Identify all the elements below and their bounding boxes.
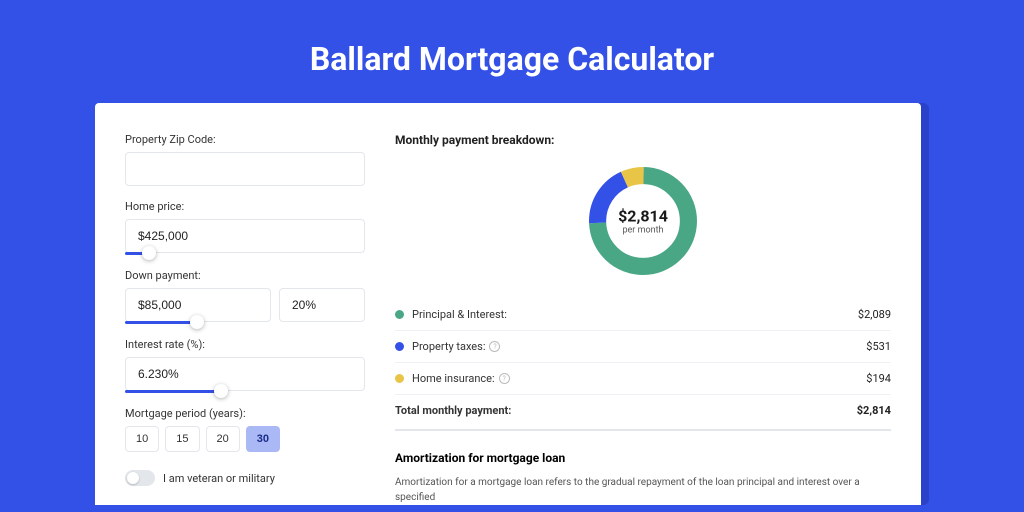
home-price-slider[interactable] — [125, 252, 149, 255]
breakdown-row-insurance: Home insurance: ? $194 — [395, 363, 891, 395]
donut-amount: $2,814 — [618, 207, 668, 226]
breakdown-amount: $194 — [866, 372, 891, 385]
breakdown-label: Property taxes: — [412, 340, 485, 353]
interest-rate-label: Interest rate (%): — [125, 338, 365, 351]
home-price-input[interactable] — [125, 219, 365, 253]
period-option-20[interactable]: 20 — [206, 426, 240, 452]
zip-label: Property Zip Code: — [125, 133, 365, 146]
dot-icon — [395, 374, 404, 383]
slider-thumb-icon[interactable] — [214, 384, 228, 398]
form-panel: Property Zip Code: Home price: Down paym… — [125, 133, 365, 505]
breakdown-row-taxes: Property taxes: ? $531 — [395, 331, 891, 363]
period-option-10[interactable]: 10 — [125, 426, 159, 452]
breakdown-row-principal: Principal & Interest: $2,089 — [395, 299, 891, 331]
card-shadow: Property Zip Code: Home price: Down paym… — [95, 103, 929, 505]
slider-thumb-icon[interactable] — [142, 246, 156, 260]
donut-sub: per month — [618, 226, 668, 236]
dot-icon — [395, 342, 404, 351]
veteran-label: I am veteran or military — [163, 472, 275, 485]
period-options: 10 15 20 30 — [125, 426, 365, 452]
down-payment-percent-input[interactable] — [279, 288, 365, 322]
breakdown-panel: Monthly payment breakdown: $2,814 per mo… — [395, 133, 891, 505]
calculator-card: Property Zip Code: Home price: Down paym… — [95, 103, 921, 505]
amortization-title: Amortization for mortgage loan — [395, 451, 891, 465]
donut-wrap: $2,814 per month — [395, 161, 891, 281]
veteran-toggle[interactable] — [125, 470, 155, 486]
interest-rate-slider[interactable] — [125, 390, 221, 393]
hero: Ballard Mortgage Calculator — [0, 0, 1024, 103]
amortization-text: Amortization for a mortgage loan refers … — [395, 475, 891, 505]
zip-input[interactable] — [125, 152, 365, 186]
down-payment-label: Down payment: — [125, 269, 365, 282]
breakdown-row-total: Total monthly payment: $2,814 — [395, 395, 891, 431]
home-price-label: Home price: — [125, 200, 365, 213]
info-icon[interactable]: ? — [489, 341, 500, 352]
breakdown-amount: $531 — [866, 340, 891, 353]
breakdown-title: Monthly payment breakdown: — [395, 133, 891, 147]
total-amount: $2,814 — [857, 404, 891, 417]
veteran-row: I am veteran or military — [125, 470, 365, 486]
down-payment-field: Down payment: — [125, 269, 365, 324]
breakdown-label: Home insurance: — [412, 372, 495, 385]
donut-chart: $2,814 per month — [583, 161, 703, 281]
breakdown-amount: $2,089 — [858, 308, 891, 321]
info-icon[interactable]: ? — [499, 373, 510, 384]
interest-rate-field: Interest rate (%): — [125, 338, 365, 393]
page-title: Ballard Mortgage Calculator — [0, 40, 1024, 78]
toggle-knob-icon — [127, 472, 139, 484]
period-option-15[interactable]: 15 — [165, 426, 199, 452]
period-option-30[interactable]: 30 — [246, 426, 280, 452]
dot-icon — [395, 310, 404, 319]
total-label: Total monthly payment: — [395, 404, 511, 417]
zip-field: Property Zip Code: — [125, 133, 365, 186]
amortization-section: Amortization for mortgage loan Amortizat… — [395, 451, 891, 505]
home-price-field: Home price: — [125, 200, 365, 255]
donut-center: $2,814 per month — [618, 207, 668, 236]
period-label: Mortgage period (years): — [125, 407, 365, 420]
period-field: Mortgage period (years): 10 15 20 30 — [125, 407, 365, 452]
slider-thumb-icon[interactable] — [190, 315, 204, 329]
interest-rate-input[interactable] — [125, 357, 365, 391]
down-payment-slider[interactable] — [125, 321, 197, 324]
breakdown-label: Principal & Interest: — [412, 308, 507, 321]
